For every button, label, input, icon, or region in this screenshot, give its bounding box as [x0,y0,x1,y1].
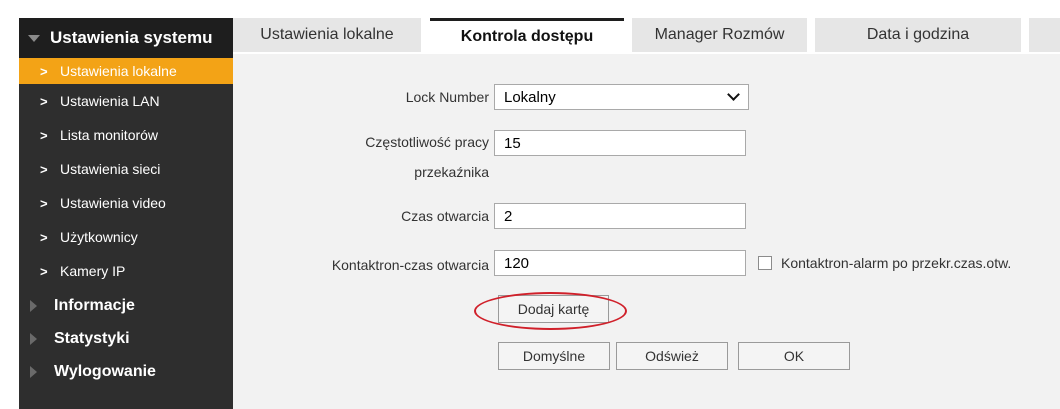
sidebar-section-logout[interactable]: Wylogowanie [19,358,233,386]
tab-label: Ustawienia lokalne [260,26,394,43]
chevron-right-icon: > [40,263,48,279]
sidebar-header-system-settings[interactable]: Ustawienia systemu [19,18,233,58]
default-button[interactable]: Domyślne [498,342,610,370]
sidebar-item-monitor-list[interactable]: > Lista monitorów [19,118,233,152]
tab-next-partial[interactable] [1029,18,1060,52]
relay-frequency-label-line1: Częstotliwość pracy [365,134,489,150]
open-time-label: Czas otwarcia [401,208,489,224]
triangle-right-icon [30,333,37,345]
sidebar-item-label: Lista monitorów [60,127,159,143]
sidebar-item-lan-settings[interactable]: > Ustawienia LAN [19,84,233,118]
tab-access-control[interactable]: Kontrola dostępu [430,18,624,53]
tab-label: Manager Rozmów [654,26,785,43]
tab-label: Data i godzina [866,26,970,43]
access-control-panel: Lock Number Lokalny Częstotliwość pracy … [233,54,1060,409]
sidebar-section-label: Informacje [54,297,135,314]
sidebar-section-information[interactable]: Informacje [19,292,233,320]
sidebar-items: > Ustawienia lokalne > Ustawienia LAN > … [19,58,233,386]
chevron-right-icon: > [40,195,48,211]
chevron-right-icon: > [40,161,48,177]
sidebar-item-label: Użytkownicy [60,229,138,245]
triangle-right-icon [30,366,37,378]
tab-call-manager[interactable]: Manager Rozmów [632,18,807,52]
contact-open-time-input[interactable]: 120 [494,250,746,276]
lock-number-select[interactable]: Lokalny [494,84,749,110]
sidebar-item-label: Kamery IP [60,263,126,279]
lock-number-value: Lokalny [504,88,556,106]
sidebar-section-label: Wylogowanie [54,363,156,380]
chevron-right-icon: > [40,127,48,143]
chevron-right-icon: > [40,63,48,79]
sidebar-item-label: Ustawienia lokalne [60,63,177,79]
contact-open-time-label: Kontaktron-czas otwarcia [331,257,489,273]
tab-label: Kontrola dostępu [460,28,594,45]
sidebar-header-label: Ustawienia systemu [50,28,213,47]
open-time-input[interactable]: 2 [494,203,746,229]
sidebar-item-users[interactable]: > Użytkownicy [19,220,233,254]
tab-local-settings[interactable]: Ustawienia lokalne [233,18,421,52]
lock-number-label: Lock Number [405,89,489,105]
highlight-ellipse [474,292,627,330]
sidebar-item-label: Ustawienia video [60,195,166,211]
triangle-down-icon [28,34,40,42]
triangle-right-icon [30,300,37,312]
sidebar-item-label: Ustawienia sieci [60,161,161,177]
chevron-right-icon: > [40,93,48,109]
sidebar-item-network-settings[interactable]: > Ustawienia sieci [19,152,233,186]
refresh-button[interactable]: Odśwież [616,342,728,370]
sidebar: Ustawienia systemu > Ustawienia lokalne … [19,18,233,409]
ok-button[interactable]: OK [738,342,850,370]
chevron-right-icon: > [40,229,48,245]
sidebar-item-video-settings[interactable]: > Ustawienia video [19,186,233,220]
contact-alarm-checkbox[interactable] [758,256,772,270]
relay-frequency-input[interactable]: 15 [494,130,746,156]
relay-frequency-label-line2: przekaźnika [414,164,489,180]
sidebar-item-local-settings[interactable]: > Ustawienia lokalne [19,58,233,84]
sidebar-item-label: Ustawienia LAN [60,93,160,109]
sidebar-item-ip-cameras[interactable]: > Kamery IP [19,254,233,288]
sidebar-section-label: Statystyki [54,330,130,347]
contact-alarm-label: Kontaktron-alarm po przekr.czas.otw. [781,255,1012,271]
chevron-down-icon [727,88,740,101]
sidebar-section-statistics[interactable]: Statystyki [19,325,233,353]
tab-date-time[interactable]: Data i godzina [815,18,1021,52]
tab-bar: Ustawienia lokalne Kontrola dostępu Mana… [233,18,1060,54]
